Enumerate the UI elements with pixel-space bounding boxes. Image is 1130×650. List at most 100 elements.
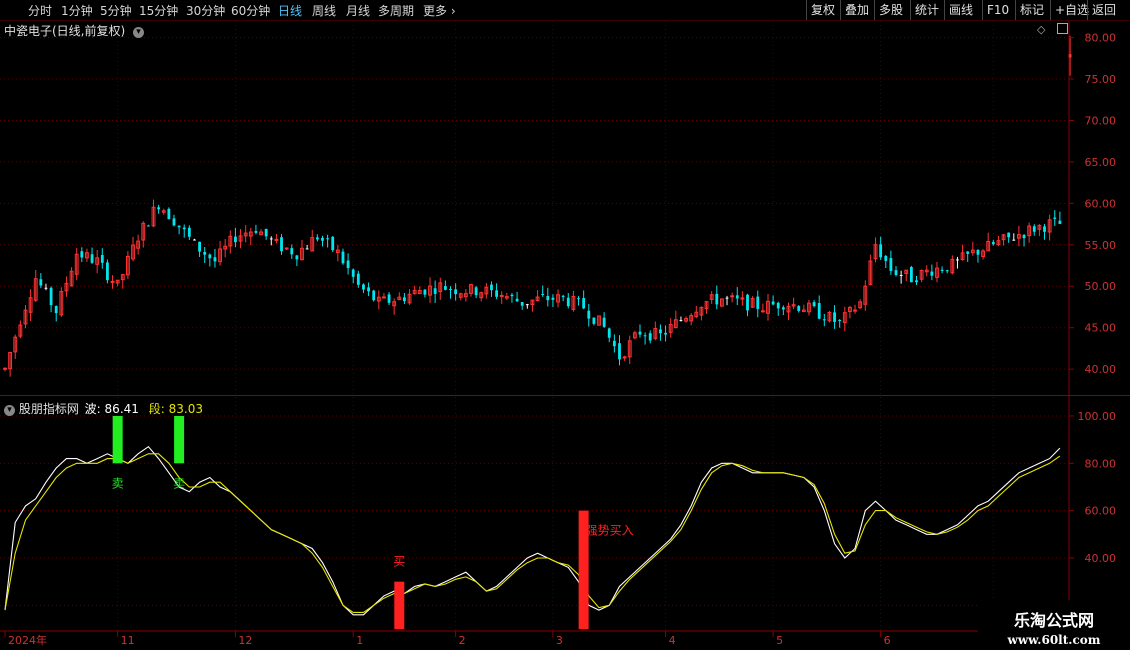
candlestick-series (3, 35, 1072, 377)
sell-signal-bar (112, 415, 123, 464)
candle-body (966, 251, 970, 254)
period-tab-4[interactable]: 30分钟 (186, 2, 225, 19)
candle-body (991, 242, 995, 245)
period-tab-7[interactable]: 周线 (312, 2, 336, 19)
time-tick-label: 3 (556, 634, 563, 647)
candle-body (90, 254, 94, 263)
candle-body (884, 255, 888, 261)
toolbar-button-4[interactable]: 画线 (944, 0, 977, 20)
diamond-icon[interactable]: ◇ (1037, 23, 1045, 36)
price-tick-label: 50.00 (1085, 280, 1117, 293)
toolbar-button-6[interactable]: 标记 (1015, 0, 1048, 20)
candle-body (326, 238, 330, 240)
duan-value: 83.03 (168, 402, 203, 416)
candle-body (3, 367, 7, 370)
candle-body (356, 273, 360, 285)
period-tab-8[interactable]: 月线 (346, 2, 370, 19)
candle-body (838, 319, 842, 321)
candle-body (274, 238, 279, 241)
candle-body (341, 251, 345, 264)
toolbar-button-1[interactable]: 叠加 (840, 0, 873, 20)
candle-body (351, 269, 355, 277)
candle-body (664, 332, 667, 335)
candle-body (44, 287, 48, 289)
price-tick-label: 45.00 (1085, 322, 1117, 335)
indicator-menu-icon[interactable]: ▾ (4, 405, 15, 416)
series-line-duan (4, 453, 1061, 613)
candle-body (284, 247, 289, 250)
candle-body (715, 293, 719, 305)
period-tab-5[interactable]: 60分钟 (231, 2, 270, 19)
sell-signal-label: 卖 (173, 476, 185, 490)
candle-body (280, 237, 283, 252)
period-tab-0[interactable]: 分时 (28, 2, 52, 19)
candle-body (203, 251, 207, 255)
candle-body (157, 207, 161, 210)
candle-body (234, 236, 237, 243)
candle-body (182, 227, 186, 230)
indicator-tick-label: 100.00 (1078, 410, 1117, 423)
candle-body (781, 307, 785, 310)
series-line-bo (4, 445, 1061, 616)
candle-body (822, 319, 826, 321)
buy-signal-bar (394, 581, 405, 629)
indicator-name: 股朋指标网 (18, 402, 79, 416)
candle-body (945, 270, 949, 272)
candle-body (264, 228, 268, 237)
price-tick-label: 70.00 (1085, 114, 1117, 127)
candle-body (110, 280, 115, 283)
candle-body (643, 335, 647, 337)
bo-label: 波: (84, 402, 101, 416)
buy-signal-label: 买 (393, 555, 405, 569)
period-tab-2[interactable]: 5分钟 (100, 2, 132, 19)
indicator-tick-label: 60.00 (1085, 505, 1117, 518)
candle-body (607, 328, 611, 338)
candle-body (525, 304, 529, 306)
candle-body (776, 302, 780, 309)
indicator-tick-label: 40.00 (1085, 552, 1117, 565)
candle-body (346, 260, 350, 269)
candle-body (198, 241, 201, 252)
candle-body (254, 230, 258, 233)
period-tab-9[interactable]: 多周期 (378, 2, 414, 19)
candle-body (760, 310, 765, 313)
time-tick-label: 6 (884, 634, 891, 647)
strong-buy-signal-label: 强势买入 (586, 524, 634, 538)
toolbar-button-3[interactable]: 统计 (910, 0, 943, 20)
candle-body (146, 225, 150, 227)
toolbar-button-5[interactable]: F10 (982, 0, 1013, 20)
candle-body (756, 296, 760, 309)
panel-toggle-icon[interactable] (1056, 23, 1068, 34)
candle-body (541, 293, 545, 295)
candle-body (894, 270, 898, 275)
candle-body (797, 306, 801, 311)
candle-body (587, 310, 591, 319)
chevron-down-icon[interactable]: ▾ (133, 27, 145, 38)
toolbar-button-8[interactable]: 返回 (1087, 0, 1120, 20)
toolbar-button-2[interactable]: 多股 (874, 0, 907, 20)
candle-body (213, 257, 217, 262)
candle-body (771, 301, 775, 305)
candle-body (510, 294, 514, 297)
toolbar-button-0[interactable]: 复权 (806, 0, 839, 20)
candle-body (1012, 239, 1016, 241)
candle-body (208, 254, 212, 259)
period-tab-6[interactable]: 日线 (278, 2, 302, 19)
candle-body (106, 262, 109, 281)
period-toolbar: 分时 1分钟 5分钟 15分钟 30分钟 60分钟 日线 周线 月线 多周期 更多 › 复权 叠加 多股统… (0, 0, 1130, 21)
candle-body (899, 275, 903, 277)
candle-body (592, 317, 596, 324)
candle-body (193, 239, 196, 241)
period-tab-1[interactable]: 1分钟 (61, 2, 93, 19)
candle-body (54, 306, 58, 314)
candle-body (618, 343, 621, 360)
period-tab-3[interactable]: 15分钟 (139, 2, 178, 19)
candle-body (546, 296, 550, 301)
candle-body (725, 297, 729, 299)
candle-body (976, 249, 980, 255)
candle-body (49, 287, 53, 306)
candle-body (449, 288, 452, 291)
candle-body (940, 269, 944, 271)
period-tab-10[interactable]: 更多 › (423, 2, 456, 19)
candle-body (730, 295, 735, 298)
